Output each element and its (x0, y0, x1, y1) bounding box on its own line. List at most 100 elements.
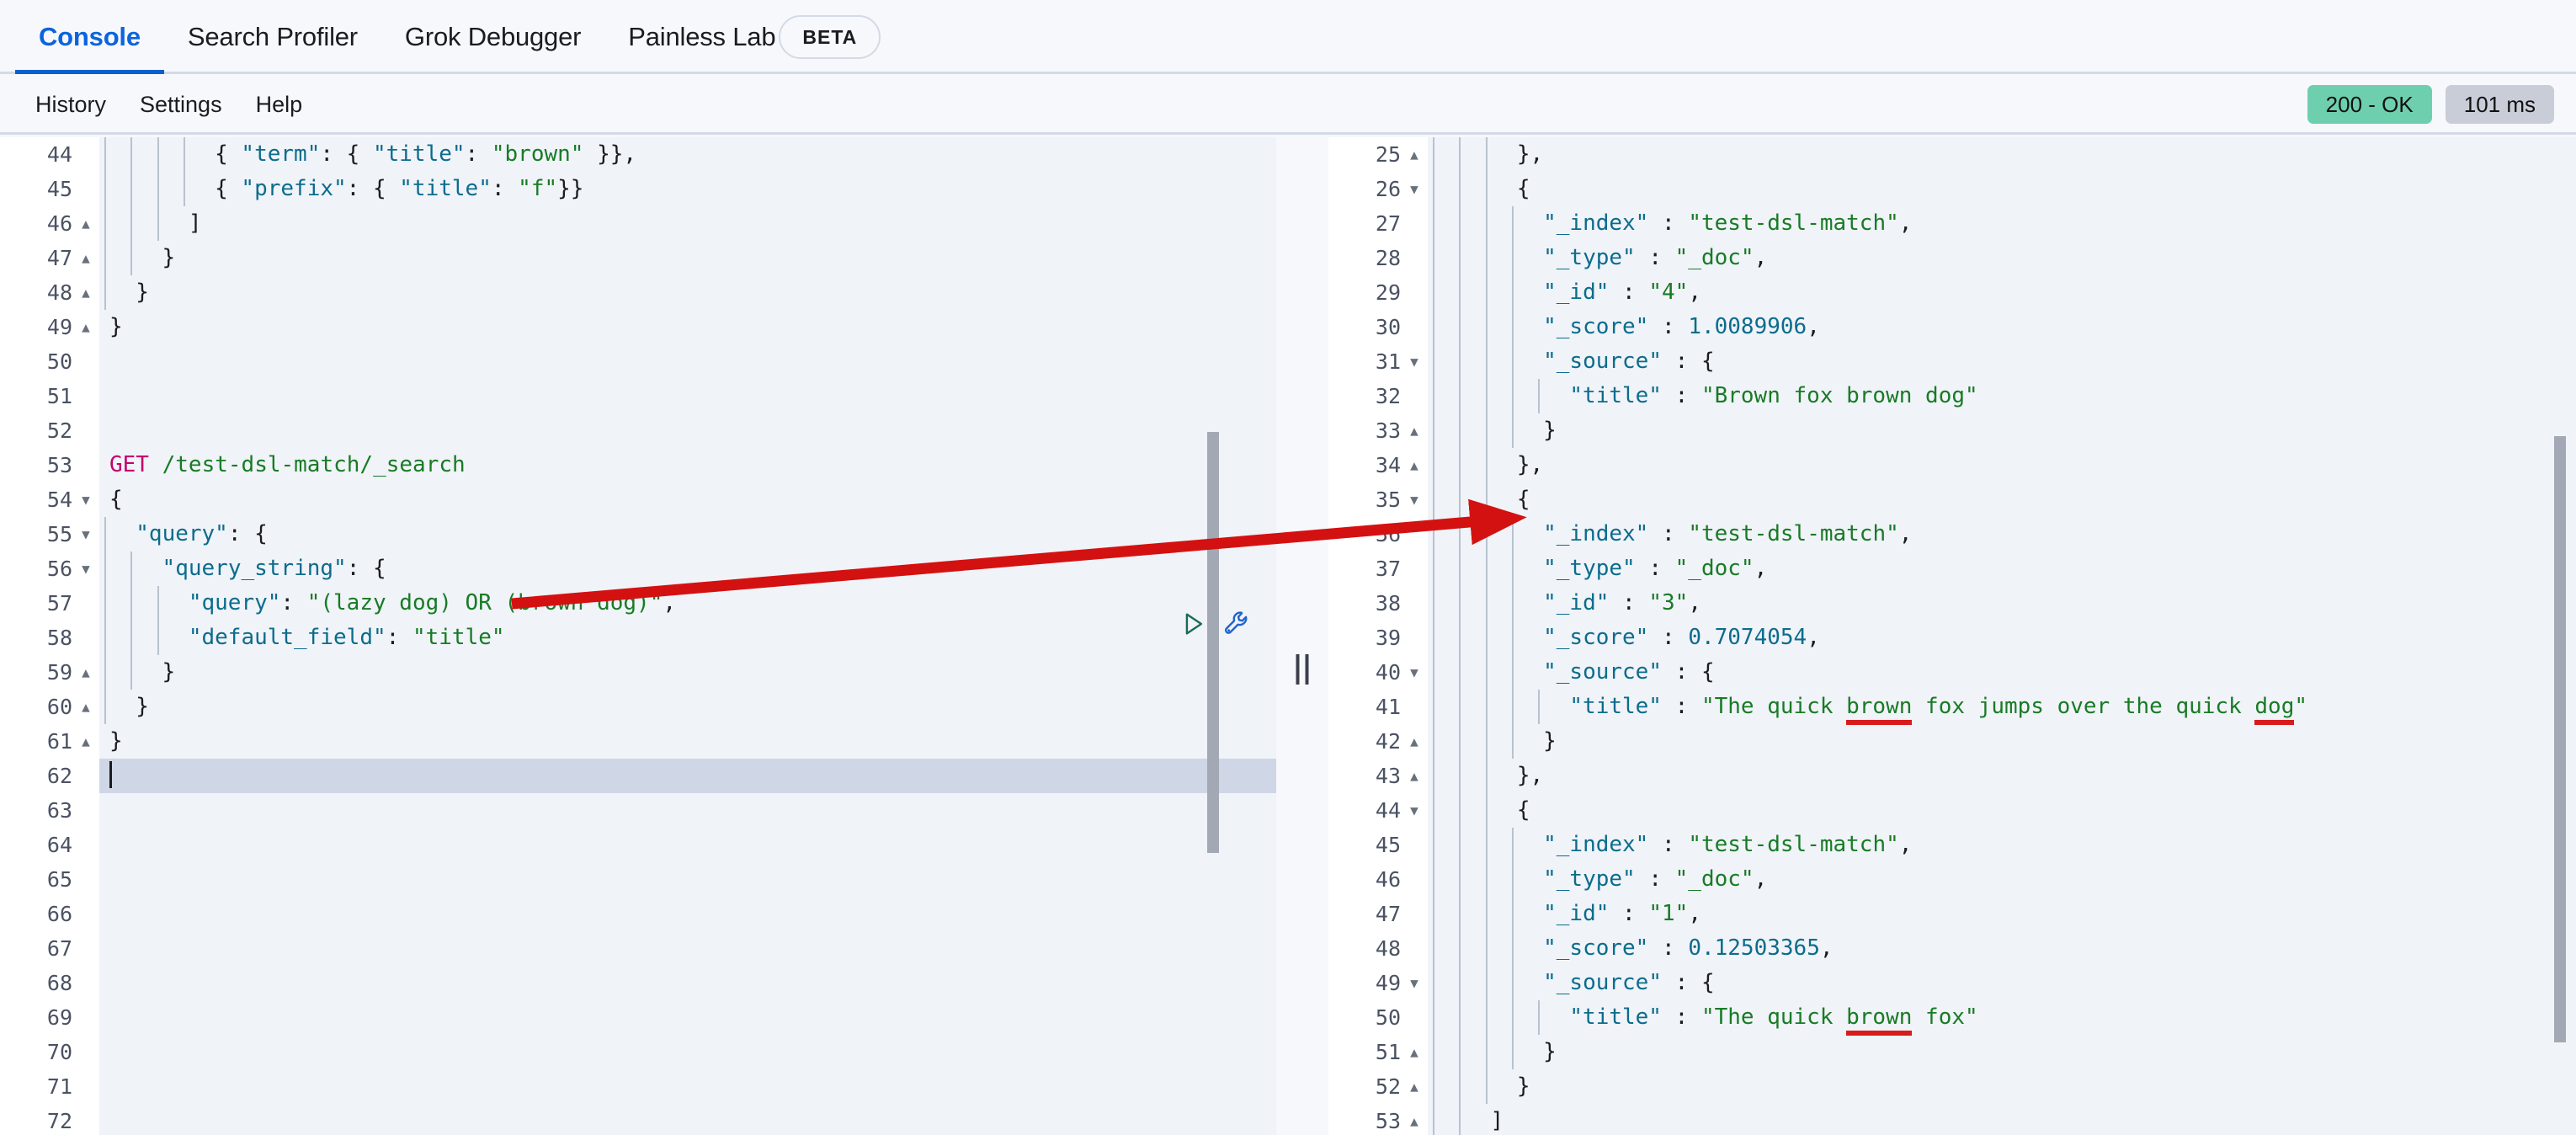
code-line[interactable]: 57 "query": "(lazy dog) OR (brown dog)", (0, 586, 1276, 621)
code-line[interactable]: 41 "title" : "The quick brown fox jumps o… (1328, 690, 2576, 725)
code-line[interactable]: 49 ▼ "_source" : { (1328, 966, 2576, 1000)
code-line[interactable]: 59 ▲} (0, 655, 1276, 690)
code-line[interactable]: 67 (0, 931, 1276, 966)
fold-close-icon[interactable]: ▲ (77, 206, 94, 241)
code-line[interactable]: 52 ▲} (1328, 1069, 2576, 1104)
code-line[interactable]: 50 (0, 344, 1276, 379)
code-line[interactable]: 39 "_score" : 0.7074054, (1328, 621, 2576, 655)
fold-close-icon[interactable]: ▲ (1406, 413, 1423, 448)
code-line[interactable]: 51 ▲} (1328, 1035, 2576, 1069)
fold-close-icon[interactable]: ▲ (77, 241, 94, 275)
code-line[interactable]: 45 "_index" : "test-dsl-match", (1328, 828, 2576, 862)
fold-close-icon[interactable]: ▲ (1406, 724, 1423, 759)
toolbar-help-button[interactable]: Help (239, 92, 320, 118)
fold-open-icon[interactable]: ▼ (1406, 655, 1423, 690)
code-line[interactable]: 38 "_id" : "3", (1328, 586, 2576, 621)
tab-painless-lab[interactable]: Painless Lab BETA (604, 0, 904, 74)
code-line[interactable]: 40 ▼ "_source" : { (1328, 655, 2576, 690)
code-line[interactable]: 53 GET /test-dsl-match/_search (0, 448, 1276, 482)
fold-close-icon[interactable]: ▲ (77, 655, 94, 690)
fold-close-icon[interactable]: ▲ (1406, 1104, 1423, 1135)
fold-open-icon[interactable]: ▼ (77, 482, 94, 517)
tab-console[interactable]: Console (15, 0, 164, 74)
code-line[interactable]: 32 "title" : "Brown fox brown dog" (1328, 379, 2576, 413)
code-line[interactable]: 55 ▼ "query": { (0, 517, 1276, 552)
request-editor-code[interactable]: 44{ "term": { "title": "brown" }}, 45{ "p… (0, 137, 1276, 1135)
code-line[interactable]: 71 (0, 1069, 1276, 1104)
code-line[interactable]: 35 ▼ { (1328, 482, 2576, 517)
code-line[interactable]: 44 ▼ { (1328, 793, 2576, 828)
fold-close-icon[interactable]: ▲ (77, 690, 94, 724)
code-line[interactable]: 34 ▲}, (1328, 448, 2576, 482)
tab-grok-debugger[interactable]: Grok Debugger (381, 0, 604, 74)
fold-close-icon[interactable]: ▲ (77, 724, 94, 759)
fold-open-icon[interactable]: ▼ (1406, 793, 1423, 828)
code-line[interactable]: 60 ▲} (0, 690, 1276, 724)
code-line[interactable]: 69 (0, 1000, 1276, 1035)
fold-open-icon[interactable]: ▼ (1406, 172, 1423, 206)
tab-search-profiler[interactable]: Search Profiler (164, 0, 381, 74)
code-line[interactable]: 70 (0, 1035, 1276, 1069)
splitter-grip-icon[interactable] (1296, 654, 1309, 685)
fold-close-icon[interactable]: ▲ (1406, 448, 1423, 482)
code-line[interactable]: 68 (0, 966, 1276, 1000)
fold-open-icon[interactable]: ▼ (77, 517, 94, 552)
fold-open-icon[interactable]: ▼ (77, 552, 94, 586)
code-line[interactable]: 33 ▲} (1328, 413, 2576, 448)
toolbar-settings-button[interactable]: Settings (123, 92, 239, 118)
code-line[interactable]: 51 (0, 379, 1276, 413)
code-line[interactable]: 47 ▲} (0, 241, 1276, 275)
code-line[interactable]: 64 (0, 828, 1276, 862)
code-line[interactable]: 30 "_score" : 1.0089906, (1328, 310, 2576, 344)
fold-close-icon[interactable]: ▲ (1406, 1035, 1423, 1069)
request-editor-scrollbar[interactable] (1207, 432, 1219, 853)
code-token: "title" (1569, 1004, 1662, 1030)
code-line[interactable]: 72 (0, 1104, 1276, 1135)
wrench-icon[interactable] (1222, 609, 1253, 643)
code-line[interactable]: 44 { "term": { "title": "brown" }}, (0, 137, 1276, 172)
code-line[interactable]: 49 ▲} (0, 310, 1276, 344)
code-line[interactable]: 62 (0, 759, 1276, 793)
code-line[interactable]: 29 "_id" : "4", (1328, 275, 2576, 310)
code-line[interactable]: 50 "title" : "The quick brown fox" (1328, 1000, 2576, 1036)
code-line[interactable]: 65 (0, 862, 1276, 897)
code-line[interactable]: 56 ▼ "query_string": { (0, 552, 1276, 586)
fold-open-icon[interactable]: ▼ (1406, 482, 1423, 517)
code-line[interactable]: 42 ▲} (1328, 724, 2576, 759)
fold-open-icon[interactable]: ▼ (1406, 344, 1423, 379)
code-line[interactable]: 66 (0, 897, 1276, 931)
code-line[interactable]: 48 "_score" : 0.12503365, (1328, 931, 2576, 966)
code-line[interactable]: 27 "_index" : "test-dsl-match", (1328, 206, 2576, 241)
code-line[interactable]: 37 "_type" : "_doc", (1328, 552, 2576, 586)
code-line[interactable]: 28 "_type" : "_doc", (1328, 241, 2576, 275)
code-line[interactable]: 36 "_index" : "test-dsl-match", (1328, 517, 2576, 552)
code-line[interactable]: 31 ▼ "_source" : { (1328, 344, 2576, 379)
toolbar-history-button[interactable]: History (19, 92, 123, 118)
request-editor-pane[interactable]: 44{ "term": { "title": "brown" }}, 45{ "p… (0, 137, 1276, 1135)
code-line[interactable]: 61 ▲} (0, 724, 1276, 759)
fold-close-icon[interactable]: ▲ (77, 275, 94, 310)
response-output-pane[interactable]: 25 ▲}, 26 ▼{27 "_index" : "test-dsl-match", 2… (1328, 137, 2576, 1135)
code-line[interactable]: 26 ▼ { (1328, 172, 2576, 206)
fold-close-icon[interactable]: ▲ (1406, 1069, 1423, 1104)
code-line[interactable]: 46 ▲] (0, 206, 1276, 241)
code-line[interactable]: 54 ▼ { (0, 482, 1276, 517)
code-line[interactable]: 47 "_id" : "1", (1328, 897, 2576, 931)
fold-close-icon[interactable]: ▲ (1406, 137, 1423, 172)
code-line[interactable]: 63 (0, 793, 1276, 828)
code-line[interactable]: 46 "_type" : "_doc", (1328, 862, 2576, 897)
code-line[interactable]: 25 ▲}, (1328, 137, 2576, 172)
code-line[interactable]: 45 { "prefix": { "title": "f"}} (0, 172, 1276, 206)
code-line[interactable]: 52 (0, 413, 1276, 448)
play-icon[interactable] (1179, 610, 1207, 642)
response-output-code[interactable]: 25 ▲}, 26 ▼{27 "_index" : "test-dsl-match", 2… (1328, 137, 2576, 1135)
response-output-scrollbar[interactable] (2554, 436, 2566, 1042)
code-line[interactable]: 48 ▲} (0, 275, 1276, 310)
code-line[interactable]: 58 "default_field": "title" (0, 621, 1276, 655)
fold-close-icon[interactable]: ▲ (77, 310, 94, 344)
fold-open-icon[interactable]: ▼ (1406, 966, 1423, 1000)
pane-splitter[interactable] (1276, 137, 1328, 1135)
fold-close-icon[interactable]: ▲ (1406, 759, 1423, 793)
code-line[interactable]: 53 ▲] (1328, 1104, 2576, 1135)
code-line[interactable]: 43 ▲}, (1328, 759, 2576, 793)
